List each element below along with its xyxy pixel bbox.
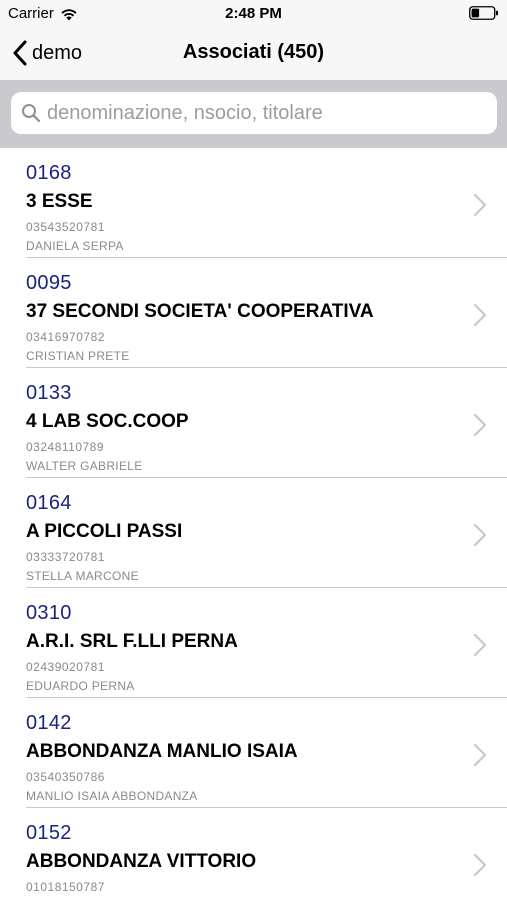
associate-code: 0310 bbox=[26, 602, 72, 624]
chevron-right-icon bbox=[473, 853, 487, 877]
associate-owner: DANIELA SERPA bbox=[26, 239, 124, 253]
associate-code: 0133 bbox=[26, 382, 72, 404]
list-item[interactable]: 0168 3 ESSE 03543520781 DANIELA SERPA bbox=[0, 148, 507, 258]
battery-icon bbox=[469, 6, 498, 20]
status-bar: Carrier 2:48 PM bbox=[0, 0, 507, 28]
associate-vat-number: 03543520781 bbox=[26, 220, 105, 234]
associate-code: 0152 bbox=[26, 822, 72, 844]
associate-vat-number: 03333720781 bbox=[26, 550, 105, 564]
navigation-bar: demo Associati (450) bbox=[0, 28, 507, 80]
associate-vat-number: 03248110789 bbox=[26, 440, 105, 454]
associate-code: 0095 bbox=[26, 272, 72, 294]
associate-code: 0142 bbox=[26, 712, 72, 734]
list-item[interactable]: 0152 ABBONDANZA VITTORIO 01018150787 bbox=[0, 808, 507, 900]
associate-name: A PICCOLI PASSI bbox=[26, 521, 183, 542]
list-item[interactable]: 0164 A PICCOLI PASSI 03333720781 STELLA … bbox=[0, 478, 507, 588]
search-bar bbox=[0, 80, 507, 148]
chevron-right-icon bbox=[473, 743, 487, 767]
associate-name: 3 ESSE bbox=[26, 191, 93, 212]
associate-owner: WALTER GABRIELE bbox=[26, 459, 143, 473]
associate-name: 37 SECONDI SOCIETA' COOPERATIVA bbox=[26, 301, 374, 322]
associate-owner: EDUARDO PERNA bbox=[26, 679, 135, 693]
associate-vat-number: 01018150787 bbox=[26, 880, 105, 894]
chevron-right-icon bbox=[473, 303, 487, 327]
screen: Carrier 2:48 PM demo Associati (450) den… bbox=[0, 0, 507, 900]
search-field[interactable] bbox=[11, 92, 497, 134]
list-item[interactable]: 0142 ABBONDANZA MANLIO ISAIA 03540350786… bbox=[0, 698, 507, 808]
status-time: 2:48 PM bbox=[225, 5, 282, 22]
chevron-right-icon bbox=[473, 413, 487, 437]
associate-vat-number: 03416970782 bbox=[26, 330, 105, 344]
page-title: Associati (450) bbox=[182, 41, 325, 63]
chevron-right-icon bbox=[473, 193, 487, 217]
associates-list: 0168 3 ESSE 03543520781 DANIELA SERPA 00… bbox=[0, 148, 507, 900]
associate-name: A.R.I. SRL F.LLI PERNA bbox=[26, 631, 238, 652]
chevron-right-icon bbox=[473, 633, 487, 657]
associate-vat-number: 02439020781 bbox=[26, 660, 105, 674]
associate-code: 0164 bbox=[26, 492, 72, 514]
associate-code: 0168 bbox=[26, 162, 72, 184]
list-item[interactable]: 0310 A.R.I. SRL F.LLI PERNA 02439020781 … bbox=[0, 588, 507, 698]
associate-name: ABBONDANZA MANLIO ISAIA bbox=[26, 741, 298, 762]
search-input[interactable] bbox=[47, 101, 487, 125]
associate-owner: STELLA MARCONE bbox=[26, 569, 139, 583]
associate-owner: MANLIO ISAIA ABBONDANZA bbox=[26, 789, 198, 803]
associate-name: ABBONDANZA VITTORIO bbox=[26, 851, 257, 872]
list-item[interactable]: 0095 37 SECONDI SOCIETA' COOPERATIVA 034… bbox=[0, 258, 507, 368]
chevron-right-icon bbox=[473, 523, 487, 547]
search-icon bbox=[22, 104, 41, 123]
associate-name: 4 LAB SOC.COOP bbox=[26, 411, 189, 432]
associate-vat-number: 03540350786 bbox=[26, 770, 105, 784]
associate-owner: CRISTIAN PRETE bbox=[26, 349, 130, 363]
list-item[interactable]: 0133 4 LAB SOC.COOP 03248110789 WALTER G… bbox=[0, 368, 507, 478]
